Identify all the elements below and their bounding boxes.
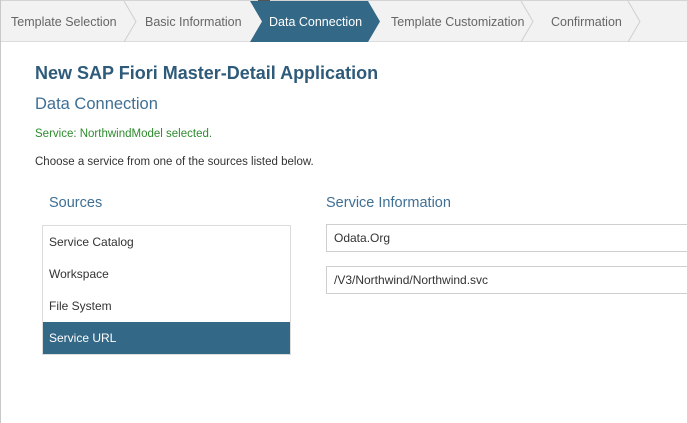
service-path-input[interactable] [326,266,687,294]
sources-heading: Sources [49,195,103,211]
source-item-label: Service Catalog [49,235,134,249]
wizard-step-label: Basic Information [145,14,242,29]
source-item-label: File System [49,299,112,313]
instructions-text: Choose a service from one of the sources… [35,156,314,168]
source-item-label: Workspace [49,267,109,281]
sources-list: Service Catalog Workspace File System Se… [42,225,291,355]
wizard-step-template-selection[interactable]: Template Selection [11,1,117,42]
wizard-step-confirmation[interactable]: Confirmation [551,1,622,42]
status-message: Service: NorthwindModel selected. [35,128,213,140]
window-left-border [0,0,1,423]
wizard-steps: Template Selection Basic Information Dat… [0,1,687,42]
source-item-workspace[interactable]: Workspace [43,258,290,290]
wizard-step-label: Template Selection [11,14,117,29]
wizard-step-label: Template Customization [391,14,525,29]
source-item-service-catalog[interactable]: Service Catalog [43,226,290,258]
service-information-heading: Service Information [326,195,451,211]
source-item-file-system[interactable]: File System [43,290,290,322]
wizard-step-basic-information[interactable]: Basic Information [145,1,242,42]
wizard-step-label: Confirmation [551,14,622,29]
service-host-input[interactable] [326,224,687,252]
wizard-step-label: Data Connection [269,14,363,29]
wizard-step-template-customization[interactable]: Template Customization [391,1,524,42]
page-title: Data Connection [35,95,158,113]
source-item-service-url[interactable]: Service URL [43,322,290,354]
wizard-step-data-connection[interactable]: Data Connection [269,1,362,42]
source-item-label: Service URL [49,331,117,345]
app-title: New SAP Fiori Master-Detail Application [35,63,379,83]
